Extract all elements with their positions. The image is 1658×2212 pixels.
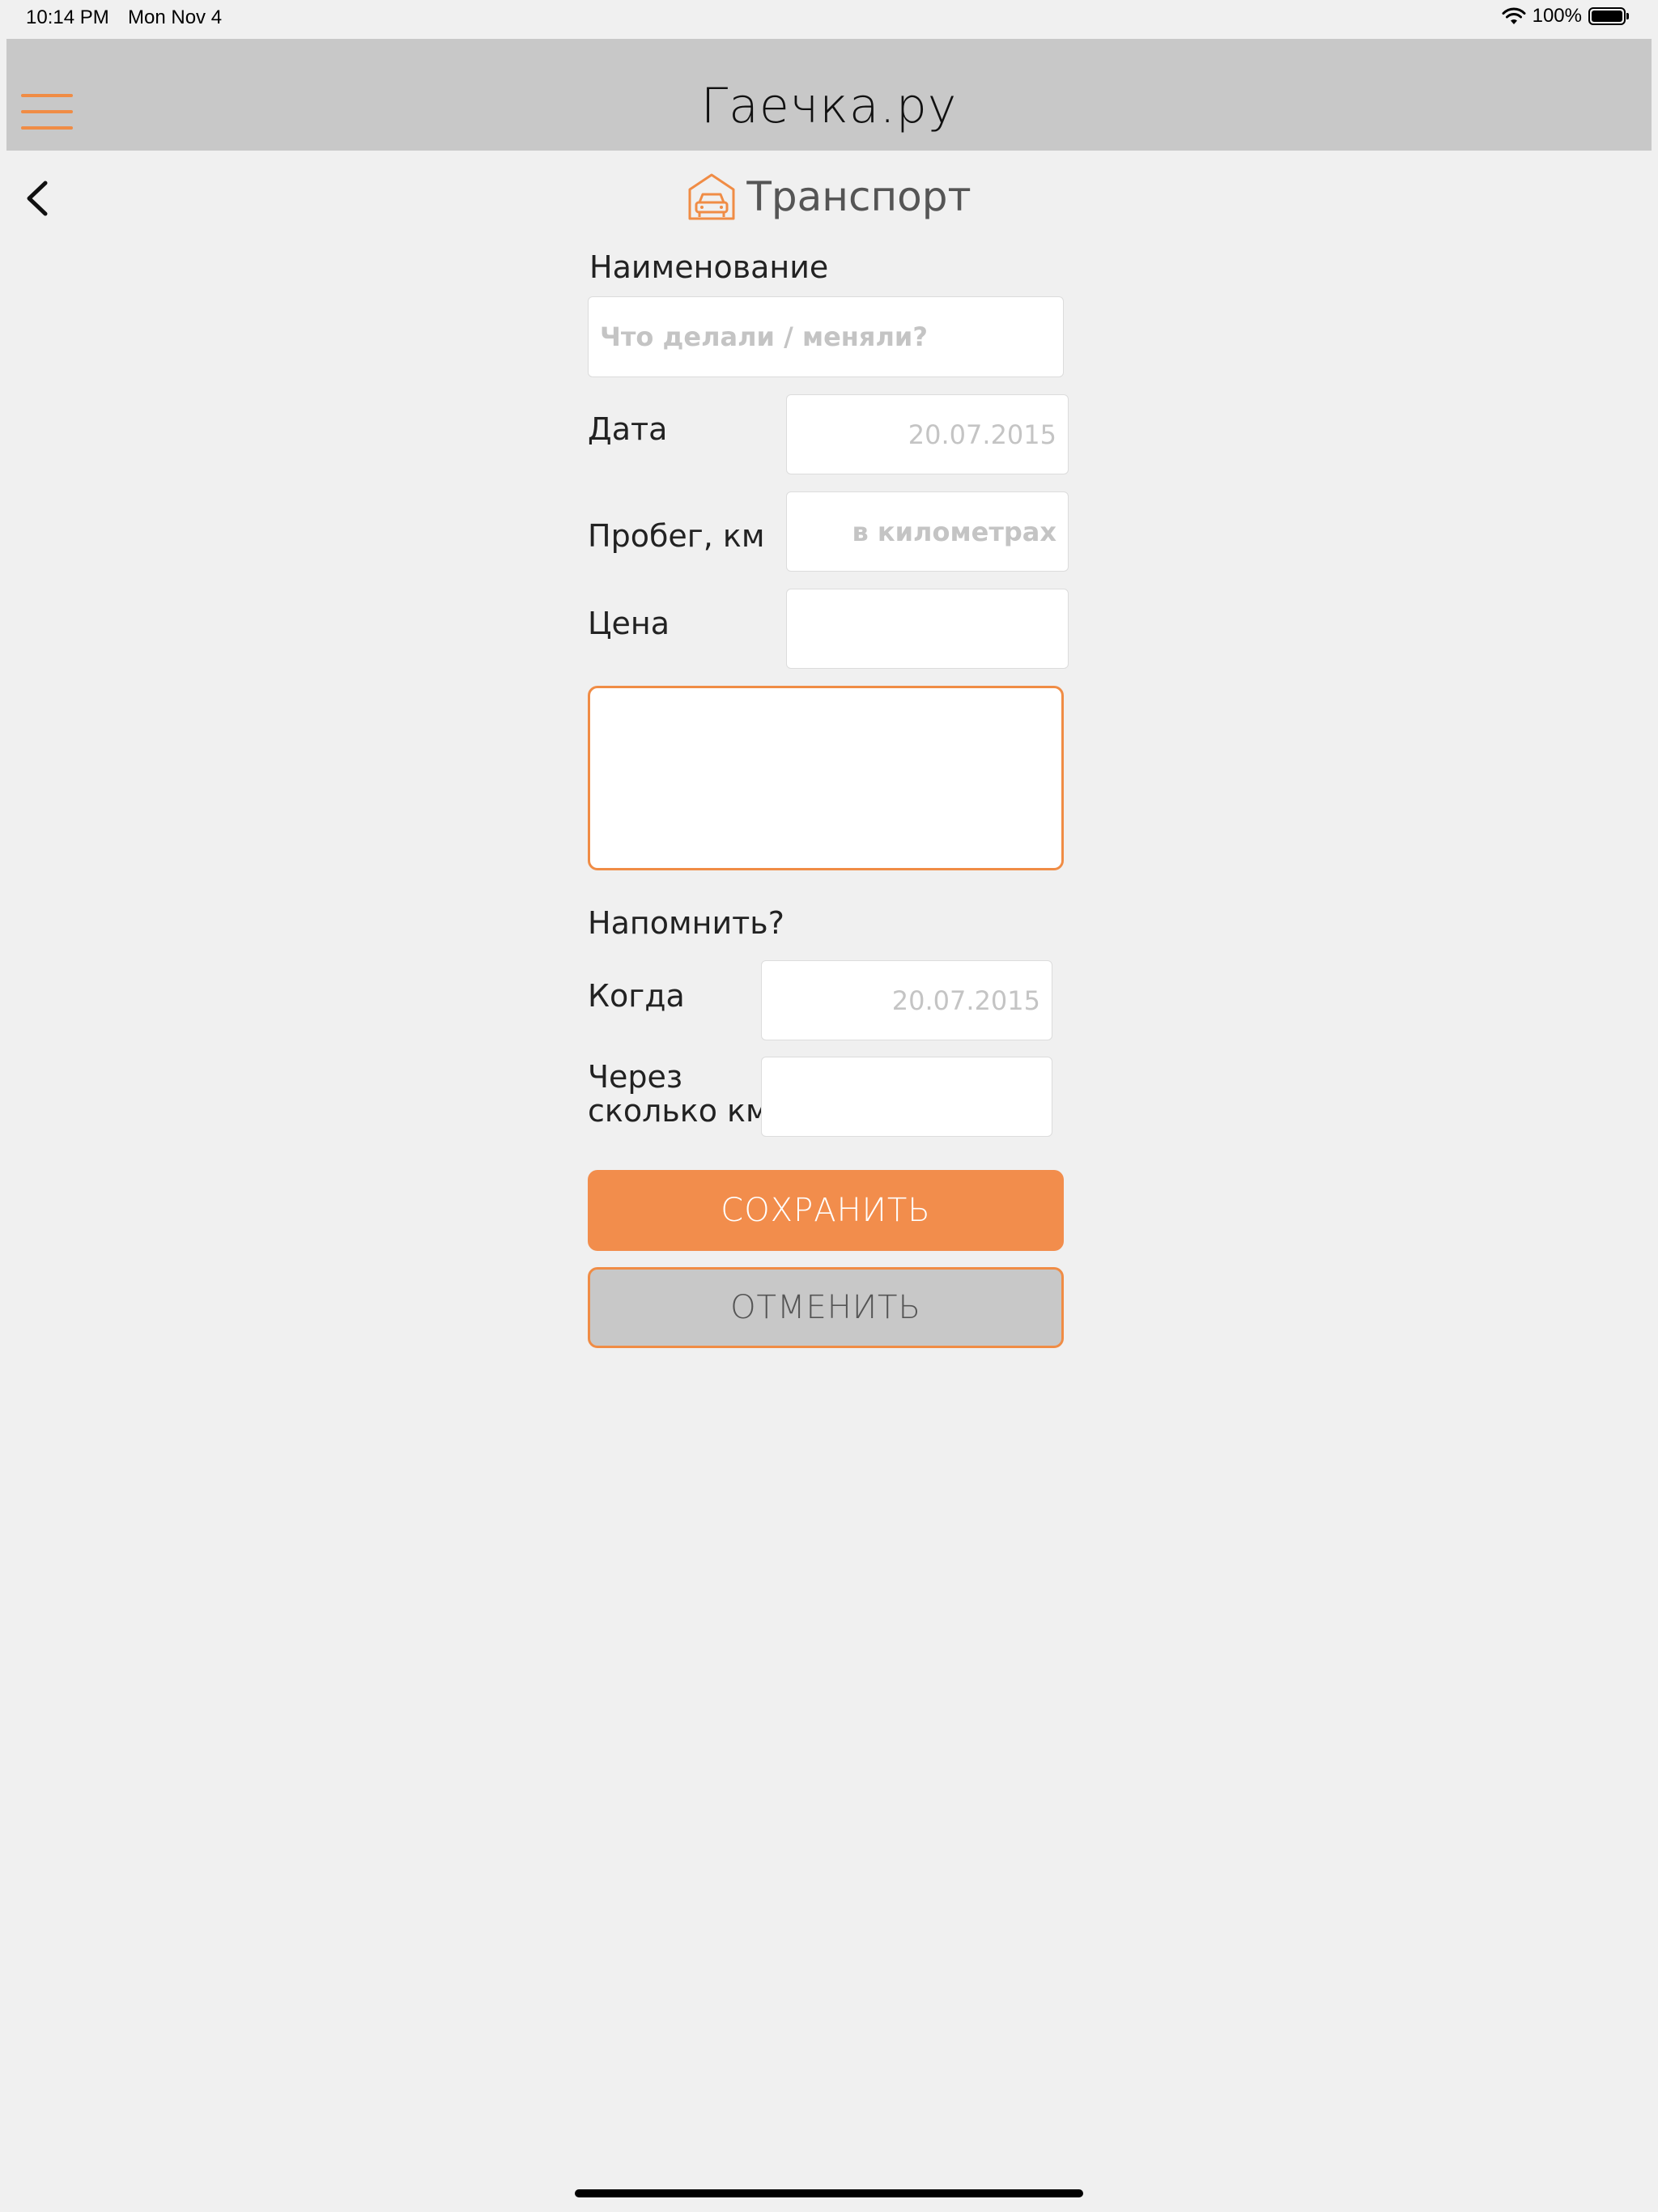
remind-label: Напомнить? bbox=[588, 905, 784, 941]
comment-textarea[interactable] bbox=[588, 686, 1064, 870]
status-time: 10:14 PM bbox=[26, 6, 109, 28]
battery-icon bbox=[1588, 7, 1629, 25]
after-km-label: Через сколько км bbox=[588, 1059, 769, 1129]
status-indicators: 100% bbox=[1502, 5, 1629, 28]
name-input[interactable] bbox=[588, 296, 1064, 377]
save-button[interactable]: СОХРАНИТЬ bbox=[588, 1170, 1064, 1251]
date-label: Дата bbox=[588, 411, 668, 447]
cancel-button[interactable]: ОТМЕНИТЬ bbox=[588, 1267, 1064, 1348]
price-input[interactable] bbox=[786, 589, 1069, 669]
app-title: Гаечка.ру bbox=[700, 78, 958, 134]
price-label: Цена bbox=[588, 606, 670, 641]
home-indicator bbox=[575, 2189, 1083, 2197]
status-date: Mon Nov 4 bbox=[128, 6, 223, 28]
when-label: Когда bbox=[588, 978, 685, 1014]
section-header: Транспорт bbox=[0, 172, 1658, 222]
when-input[interactable] bbox=[761, 960, 1052, 1040]
after-km-input[interactable] bbox=[761, 1057, 1052, 1137]
mileage-input[interactable] bbox=[786, 491, 1069, 572]
battery-percent: 100% bbox=[1532, 5, 1582, 27]
name-label: Наименование bbox=[589, 249, 829, 285]
date-input[interactable] bbox=[786, 394, 1069, 474]
wifi-icon bbox=[1502, 7, 1526, 24]
garage-car-icon bbox=[688, 173, 735, 220]
mileage-label: Пробег, км bbox=[588, 518, 765, 554]
section-title: Транспорт bbox=[746, 173, 971, 220]
